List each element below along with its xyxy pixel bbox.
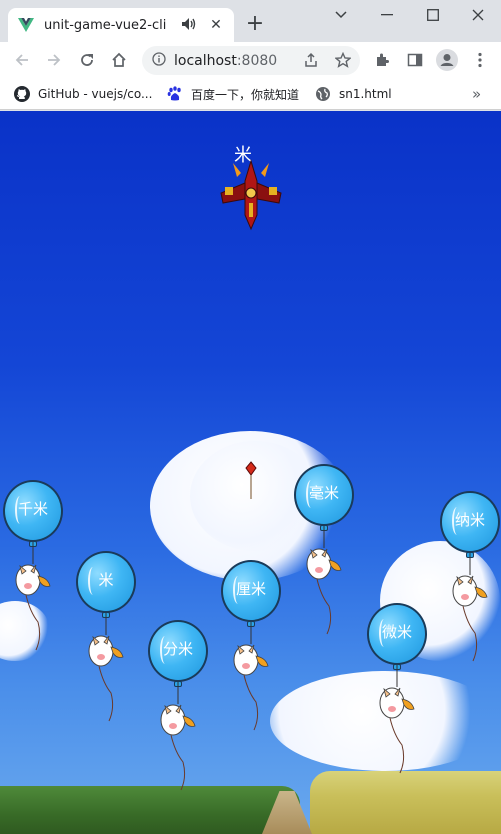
browser-toolbar: localhost:8080 [0, 42, 501, 78]
balloon[interactable]: 纳米 [437, 491, 501, 671]
balloon[interactable]: 米 [73, 551, 143, 731]
balloon[interactable]: 分米 [145, 620, 215, 800]
game-canvas[interactable]: 米 千米 米 分米 厘米 毫米 微米 纳米 [0, 111, 501, 834]
balloon[interactable]: 千米 [0, 480, 70, 660]
maximize-icon[interactable] [410, 0, 456, 30]
home-icon[interactable] [107, 48, 131, 72]
address-bar[interactable]: localhost:8080 [142, 46, 360, 75]
cat-rider-icon [379, 665, 415, 774]
info-icon[interactable] [152, 51, 166, 70]
share-icon[interactable] [302, 51, 320, 69]
profile-avatar-icon[interactable] [435, 48, 459, 72]
balloon-label: 纳米 [454, 511, 485, 529]
bookmark-label: GitHub - vuejs/co... [38, 87, 153, 101]
extensions-icon[interactable] [370, 48, 394, 72]
url-host: localhost [174, 52, 237, 69]
bookmark-label: 百度一下，你就知道 [191, 87, 300, 102]
balloon-label: 千米 [17, 500, 48, 518]
balloon-label: 厘米 [235, 580, 266, 598]
balloon[interactable]: 毫米 [291, 464, 361, 644]
tab-search-icon[interactable] [318, 0, 364, 30]
cat-rider-icon [15, 542, 51, 651]
speaker-icon[interactable] [182, 17, 196, 33]
balloon-label: 分米 [162, 640, 193, 658]
back-icon[interactable] [10, 48, 34, 72]
balloon-label: 微米 [381, 623, 412, 641]
forward-icon[interactable] [42, 48, 66, 72]
more-bookmarks-chevron[interactable]: » [472, 84, 481, 104]
minimize-icon[interactable] [364, 0, 410, 30]
cat-rider-icon [233, 622, 269, 731]
close-tab-icon[interactable]: ✕ [208, 17, 224, 33]
bookmark-sn1[interactable]: sn1.html [315, 84, 392, 104]
fighter-plane-icon[interactable] [219, 159, 283, 235]
balloon[interactable]: 厘米 [218, 560, 288, 740]
missile-icon [244, 461, 258, 505]
bookmark-github[interactable]: GitHub - vuejs/co... [14, 84, 152, 104]
globe-icon [315, 86, 331, 102]
tab-title: unit-game-vue2-cli [44, 17, 167, 33]
bookmarks-bar: GitHub - vuejs/co... 百度一下，你就知道 sn1.html … [0, 78, 501, 110]
side-panel-icon[interactable] [403, 48, 427, 72]
reload-icon[interactable] [75, 48, 99, 72]
balloon[interactable]: 微米 [364, 603, 434, 783]
tab-strip: unit-game-vue2-cli ✕ + [0, 0, 501, 42]
new-tab-button[interactable]: + [243, 12, 267, 36]
baidu-icon [167, 86, 183, 102]
cat-rider-icon [88, 613, 124, 722]
url-port: :8080 [236, 52, 278, 69]
bookmark-label: sn1.html [339, 87, 392, 101]
close-window-icon[interactable] [455, 0, 501, 30]
bookmark-star-icon[interactable] [334, 51, 352, 69]
bookmark-baidu[interactable]: 百度一下，你就知道 [167, 84, 299, 104]
cat-rider-icon [452, 553, 488, 662]
browser-tab[interactable]: unit-game-vue2-cli ✕ [8, 8, 234, 42]
url-text: localhost:8080 [174, 53, 277, 69]
menu-kebab-icon[interactable] [468, 48, 492, 72]
cat-rider-icon [160, 682, 196, 791]
vue-logo-icon [18, 17, 34, 33]
balloon-label: 毫米 [308, 484, 339, 502]
github-icon [14, 86, 30, 102]
balloon-label: 米 [98, 571, 114, 589]
cat-rider-icon [306, 526, 342, 635]
